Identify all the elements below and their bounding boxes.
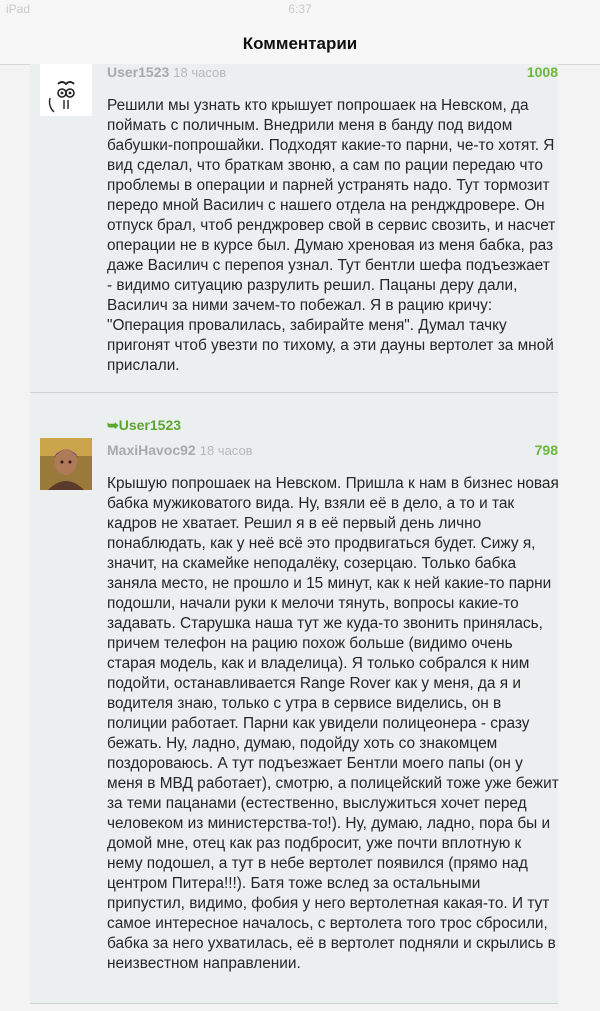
reply-arrow-icon: ➥	[107, 417, 119, 433]
page-title: Комментарии	[242, 34, 358, 53]
status-bar: iPad 6:37	[0, 0, 600, 22]
comment-time: 18 часов	[199, 443, 253, 458]
user-photo-icon	[40, 438, 92, 490]
divider	[30, 1003, 558, 1004]
comment-card: ➥User1523 MaxiHavoc92 18 часов 798 Крышую…	[30, 393, 559, 1003]
reply-to-link[interactable]: ➥User1523	[107, 417, 181, 434]
comment-card: User1523 18 часов 1008 Решили мы узнать к…	[30, 64, 558, 392]
nav-bar: Комментарии	[0, 22, 600, 65]
avatar[interactable]	[40, 64, 92, 116]
comment-text: Решили мы узнать кто крышует попрошаек н…	[107, 97, 556, 374]
username[interactable]: User1523	[107, 64, 169, 80]
username[interactable]: MaxiHavoc92	[107, 442, 196, 458]
comment-time: 18 часов	[173, 65, 227, 80]
status-time: 6:37	[288, 2, 312, 16]
comment-text: Крышую попрошаек на Невском. Пришла к на…	[107, 475, 559, 972]
comment-author[interactable]: MaxiHavoc92 18 часов	[107, 442, 253, 458]
comment-score: 1008	[526, 64, 558, 80]
comment-score: 798	[534, 442, 558, 458]
avatar[interactable]	[40, 438, 92, 490]
troll-face-icon	[40, 64, 92, 116]
comment-author[interactable]: User1523 18 часов	[107, 64, 226, 80]
reply-to-username[interactable]: User1523	[119, 417, 181, 433]
